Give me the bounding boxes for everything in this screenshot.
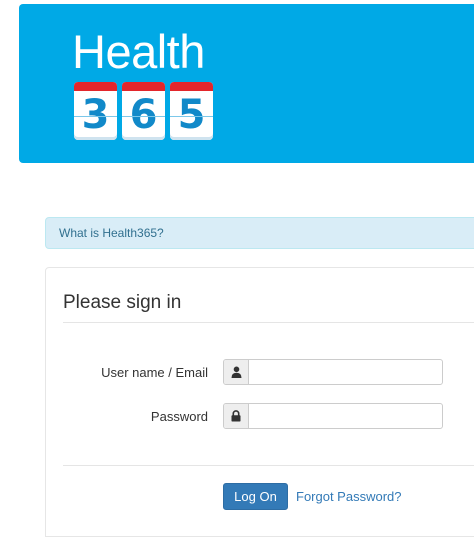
header-banner: Health 3 6 5 (19, 4, 474, 163)
brand-logo-word: Health (72, 25, 205, 78)
password-label: Password (150, 409, 208, 424)
logo-digit: 5 (177, 92, 206, 138)
logo-digit: 3 (81, 92, 110, 138)
password-input[interactable] (249, 404, 442, 428)
sign-in-panel: Please sign in User name / Email Passwor… (45, 267, 474, 537)
info-bar: What is Health365? (45, 217, 474, 249)
username-input[interactable] (249, 360, 442, 384)
password-input-group (223, 403, 443, 429)
divider (63, 465, 474, 466)
logo-tile: 3 (74, 82, 117, 140)
logo-tile: 6 (122, 82, 165, 140)
panel-title: Please sign in (63, 292, 182, 313)
lock-icon (224, 404, 249, 428)
logo-tile: 5 (170, 82, 213, 140)
brand-logo-tiles: 3 6 5 (74, 82, 213, 140)
log-on-button[interactable]: Log On (223, 483, 288, 510)
what-is-health365-link[interactable]: What is Health365? (59, 226, 164, 240)
username-label: User name / Email (101, 365, 208, 380)
forgot-password-link[interactable]: Forgot Password? (296, 489, 402, 504)
username-input-group (223, 359, 443, 385)
user-icon (224, 360, 249, 384)
logo-digit: 6 (129, 92, 158, 138)
divider (63, 322, 474, 323)
